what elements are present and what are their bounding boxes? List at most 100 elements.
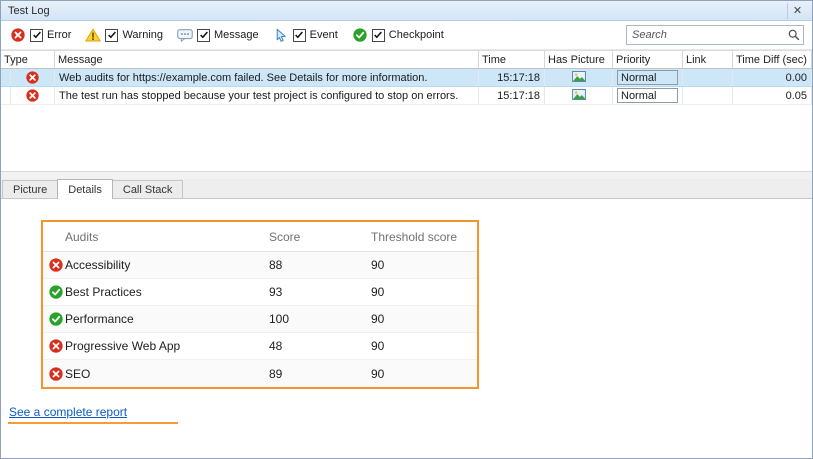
audit-score: 89 <box>269 367 371 381</box>
column-header-link[interactable]: Link <box>683 51 733 68</box>
time-diff-cell: 0.00 <box>733 69 812 86</box>
filter-checkbox[interactable] <box>293 29 306 42</box>
message-icon <box>176 27 194 43</box>
priority-value[interactable]: Normal <box>617 88 678 103</box>
filter-label: Event <box>310 29 338 41</box>
audit-score: 93 <box>269 285 371 299</box>
filter-label: Message <box>214 29 259 41</box>
event-icon <box>272 27 290 43</box>
audit-name: Progressive Web App <box>65 339 269 353</box>
search-box <box>626 25 804 45</box>
picture-icon[interactable] <box>572 89 586 103</box>
search-input[interactable] <box>627 27 785 43</box>
splitter[interactable] <box>1 171 812 179</box>
link-cell <box>683 69 733 86</box>
time-cell: 15:17:18 <box>479 87 545 104</box>
link-highlight-marker <box>8 422 178 424</box>
audit-rows: Accessibility 88 90 Best Practices 93 90… <box>43 252 477 387</box>
audit-column-header: Score <box>269 230 371 244</box>
column-header-time[interactable]: Time <box>479 51 545 68</box>
message-cell: The test run has stopped because your te… <box>55 87 479 104</box>
error-icon <box>47 258 65 272</box>
column-header-time-diff-sec-[interactable]: Time Diff (sec) <box>733 51 812 68</box>
message-cell: Web audits for https://example.com faile… <box>55 69 479 86</box>
filter-label: Warning <box>122 29 163 41</box>
filter-checkbox[interactable] <box>30 29 43 42</box>
tabbar: Picture Details Call Stack <box>1 179 812 199</box>
priority-cell: Normal <box>613 69 683 86</box>
audit-threshold: 90 <box>371 339 477 353</box>
audit-threshold: 90 <box>371 367 477 381</box>
log-empty-area <box>1 105 812 171</box>
filter-checkpoint: Checkpoint <box>351 27 444 43</box>
error-icon <box>9 27 27 43</box>
audit-header: AuditsScoreThreshold score <box>43 222 477 252</box>
audit-threshold: 90 <box>371 285 477 299</box>
filter-checkbox[interactable] <box>372 29 385 42</box>
filter-toolbar: Error Warning Message Event Checkpoint <box>1 21 812 50</box>
row-marker <box>1 69 11 86</box>
tab-label: Call Stack <box>123 184 173 196</box>
error-icon <box>47 367 65 381</box>
column-header-type[interactable]: Type <box>1 51 55 68</box>
filter-checkbox[interactable] <box>197 29 210 42</box>
close-icon[interactable]: ✕ <box>787 3 807 19</box>
error-icon <box>11 89 54 102</box>
pass-icon <box>47 285 65 299</box>
filter-checkbox[interactable] <box>105 29 118 42</box>
picture-icon[interactable] <box>572 71 586 85</box>
log-row[interactable]: The test run has stopped because your te… <box>1 87 812 105</box>
pass-icon <box>47 312 65 326</box>
audit-row: Accessibility 88 90 <box>43 252 477 279</box>
audit-score: 48 <box>269 339 371 353</box>
has-picture-cell <box>545 69 613 86</box>
report-link[interactable]: See a complete report <box>9 405 127 419</box>
has-picture-cell <box>545 87 613 104</box>
column-header-has-picture[interactable]: Has Picture <box>545 51 613 68</box>
audit-row: Performance 100 90 <box>43 306 477 333</box>
error-icon <box>47 339 65 353</box>
details-panel: AuditsScoreThreshold score Accessibility… <box>1 198 812 458</box>
priority-cell: Normal <box>613 87 683 104</box>
tab-label: Details <box>68 184 102 196</box>
filter-warning: Warning <box>84 27 163 43</box>
tab-label: Picture <box>13 184 47 196</box>
link-cell <box>683 87 733 104</box>
audit-score: 88 <box>269 258 371 272</box>
audit-column-header: Audits <box>43 230 269 244</box>
audit-name: Performance <box>65 312 269 326</box>
test-log-window: Test Log ✕ Error Warning Message Event C… <box>0 0 813 459</box>
window-title: Test Log <box>8 5 783 17</box>
time-diff-cell: 0.05 <box>733 87 812 104</box>
tab-call-stack[interactable]: Call Stack <box>112 180 184 199</box>
filter-error: Error <box>9 27 71 43</box>
audit-column-header: Threshold score <box>371 230 477 244</box>
details-pane: Picture Details Call Stack AuditsScoreTh… <box>1 179 812 458</box>
tab-picture[interactable]: Picture <box>2 180 58 199</box>
filter-event: Event <box>272 27 338 43</box>
row-marker <box>1 87 11 104</box>
audit-row: Best Practices 93 90 <box>43 279 477 306</box>
filter-label: Error <box>47 29 71 41</box>
log-header: TypeMessageTimeHas PicturePriorityLinkTi… <box>1 50 812 69</box>
column-header-priority[interactable]: Priority <box>613 51 683 68</box>
log-rows: Web audits for https://example.com faile… <box>1 69 812 105</box>
titlebar: Test Log ✕ <box>1 1 812 21</box>
audit-name: Accessibility <box>65 258 269 272</box>
priority-value[interactable]: Normal <box>617 70 678 85</box>
tab-details[interactable]: Details <box>57 179 113 199</box>
audit-threshold: 90 <box>371 258 477 272</box>
audit-name: SEO <box>65 367 269 381</box>
audit-row: SEO 89 90 <box>43 360 477 387</box>
audit-table-highlight: AuditsScoreThreshold score Accessibility… <box>41 220 479 389</box>
checkpoint-icon <box>351 27 369 43</box>
audit-row: Progressive Web App 48 90 <box>43 333 477 360</box>
type-cell <box>1 87 55 104</box>
error-icon <box>11 71 54 84</box>
log-row[interactable]: Web audits for https://example.com faile… <box>1 69 812 87</box>
filter-label: Checkpoint <box>389 29 444 41</box>
search-icon[interactable] <box>785 26 803 44</box>
column-header-message[interactable]: Message <box>55 51 479 68</box>
filter-group: Error Warning Message Event Checkpoint <box>9 27 457 43</box>
type-cell <box>1 69 55 86</box>
